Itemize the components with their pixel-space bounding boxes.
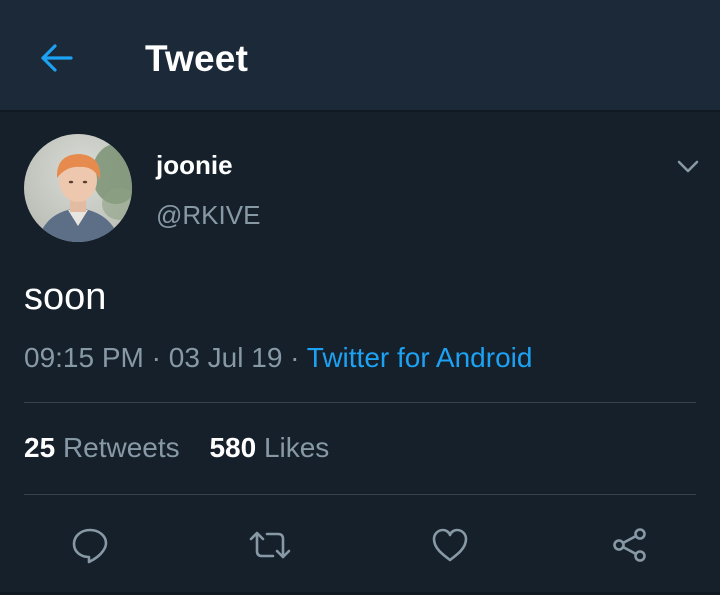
meta-separator-2: · [282, 342, 307, 373]
retweets-stat[interactable]: 25 Retweets [24, 432, 180, 463]
divider-bottom [24, 494, 696, 495]
action-bar [0, 518, 720, 572]
divider-top [24, 402, 696, 403]
share-button[interactable] [603, 518, 657, 572]
tweet-stats: 25 Retweets 580 Likes [24, 432, 329, 464]
page-title: Tweet [145, 38, 249, 79]
tweet-date: 03 Jul 19 [168, 342, 283, 373]
like-button[interactable] [423, 518, 477, 572]
avatar[interactable] [24, 134, 132, 242]
user-handle[interactable]: @RKIVE [156, 200, 260, 231]
speech-bubble-icon [72, 528, 108, 564]
likes-count: 580 [209, 432, 257, 463]
likes-label: Likes [263, 432, 330, 463]
heart-icon [432, 528, 468, 562]
tweet-menu-button[interactable] [670, 148, 706, 184]
back-button[interactable] [34, 36, 78, 80]
share-nodes-icon [613, 528, 646, 562]
display-name[interactable]: joonie [156, 150, 233, 181]
tweet-source-link[interactable]: Twitter for Android [307, 342, 533, 373]
tweet-time: 09:15 PM [24, 342, 144, 373]
arrow-left-icon [41, 44, 73, 72]
retweet-arrows-icon [249, 531, 291, 559]
retweet-button[interactable] [243, 518, 297, 572]
chevron-down-icon [677, 160, 699, 173]
tweet-text: soon [24, 276, 107, 318]
reply-button[interactable] [63, 518, 117, 572]
tweet-meta: 09:15 PM · 03 Jul 19 · Twitter for Andro… [24, 342, 532, 374]
meta-separator: · [143, 342, 169, 373]
likes-stat[interactable]: 580 Likes [209, 432, 329, 463]
avatar-photo [24, 134, 132, 242]
retweets-label: Retweets [62, 432, 180, 463]
top-bar: Tweet [0, 0, 720, 112]
retweets-count: 25 [24, 432, 56, 463]
